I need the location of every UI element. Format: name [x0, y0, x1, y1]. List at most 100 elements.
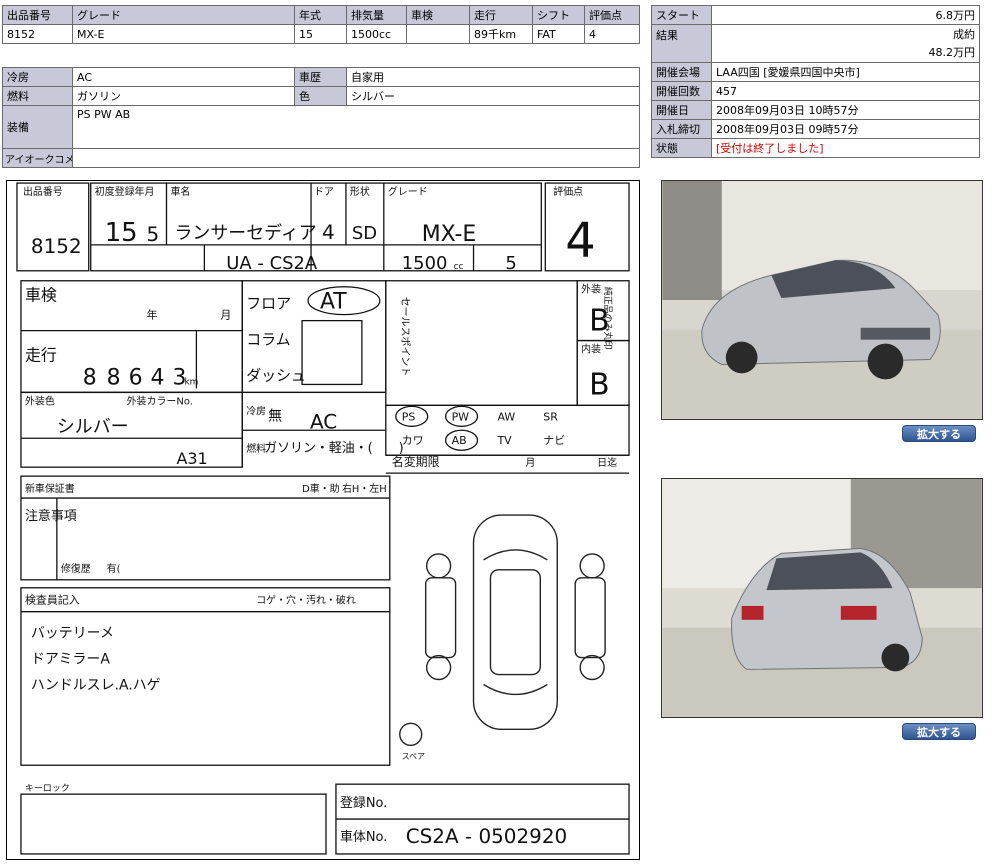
spec-value-row: 8152 MX-E 15 1500cc 89千km FAT 4 — [2, 24, 640, 44]
sheet-damage-legend: コゲ・穴・汚れ・破れ — [256, 594, 356, 607]
sheet-fuel: ガソリン・軽油・( ) — [264, 441, 403, 456]
header-inspection: 車検 — [406, 5, 470, 25]
option-item: SR — [543, 410, 558, 423]
aircon-value: AC — [72, 67, 295, 87]
sheet-name-change-end: 日迄 — [597, 456, 617, 469]
auction-row-result: 結果 成約 48.2万円 — [651, 24, 980, 63]
sheet-exterior-grade: B — [589, 304, 610, 339]
sheet-chassis: CS2A - 0502920 — [406, 825, 567, 848]
auction-info-table: スタート 6.8万円 結果 成約 48.2万円 開催会場 LAA四国 [愛媛県四… — [651, 5, 980, 158]
status-label: 状態 — [651, 138, 712, 158]
result-status: 成約 — [953, 27, 975, 41]
header-lot: 出品番号 — [2, 5, 73, 25]
sheet-warranty-label: 新車保証書 — [25, 482, 75, 495]
sheet-shaken-label: 車検 — [25, 286, 57, 305]
sheet-inspector-label: 検査員記入 — [25, 593, 80, 607]
car-front-image — [662, 181, 982, 419]
sheet-body: SD — [352, 223, 377, 244]
sheet-year: 15 — [105, 218, 138, 248]
auction-sheet-drawing: 出品番号 初度登録年月 車名 ドア 形状 グレード 評価点 セールスポイント 外… — [16, 182, 630, 855]
sheet-first-reg-label: 初度登録年月 — [95, 185, 155, 198]
sheet-notes-label: 注意事項 — [25, 508, 77, 524]
sheet-body-label: 形状 — [350, 185, 370, 198]
value-year: 15 — [294, 24, 347, 44]
sheet-column: コラム — [246, 331, 290, 349]
auction-row-start: スタート 6.8万円 — [651, 5, 980, 25]
sheet-exterior-label: 外装 — [581, 283, 601, 296]
auction-sheet-image: 出品番号 初度登録年月 車名 ドア 形状 グレード 評価点 セールスポイント 外… — [6, 180, 640, 860]
history-value: 自家用 — [346, 67, 640, 87]
header-grade: グレード — [72, 5, 295, 25]
detail-row-aircon: 冷房 AC 車歴 自家用 — [2, 67, 640, 87]
header-shift: シフト — [532, 5, 585, 25]
sheet-chassis-label: 車体No. — [340, 830, 387, 845]
venue-label: 開催会場 — [651, 62, 712, 82]
sheet-inspector-notes: バッテリーメ ドアミラーA ハンドルスレ.A.ハゲ — [31, 626, 161, 694]
sheet-options: PS PW AW SR カワ AB TV ナビ — [402, 410, 566, 447]
history-label: 車歴 — [294, 67, 347, 87]
value-grade: MX-E — [72, 24, 295, 44]
sheet-grade-label: グレード — [388, 185, 428, 198]
sheet-grade: MX-E — [422, 222, 477, 247]
detail-row-comment: アイオークコメント — [2, 148, 640, 168]
status-value: [受付は終了しました] — [711, 138, 980, 158]
auction-row-date: 開催日 2008年09月03日 10時57分 — [651, 100, 980, 120]
result-cell: 成約 48.2万円 — [711, 24, 980, 63]
damage-diagram — [399, 514, 606, 746]
auction-row-status: 状態 [受付は終了しました] — [651, 138, 980, 158]
sheet-year-unit: 年 — [147, 308, 158, 322]
comment-value — [72, 148, 640, 168]
value-shift: FAT — [532, 24, 585, 44]
mileage-digit: 3 — [172, 365, 186, 390]
sheet-model: UA - CS2A — [226, 253, 318, 274]
sheet-name-label: 車名 — [170, 185, 190, 198]
sheet-month: 5 — [147, 223, 160, 246]
car-rear-photo[interactable] — [661, 478, 983, 718]
sheet-steer: 右H・左H — [342, 482, 387, 495]
inspector-note: ハンドルスレ.A.ハゲ — [31, 677, 161, 693]
equipment-label: 装備 — [2, 105, 73, 149]
auction-row-deadline: 入札締切 2008年09月03日 09時57分 — [651, 119, 980, 139]
value-score: 4 — [584, 24, 640, 44]
sheet-month-unit: 月 — [220, 309, 231, 322]
sheet-cc: 1500 — [402, 253, 448, 274]
sheet-km-unit: km — [184, 377, 198, 387]
spec-header-row: 出品番号 グレード 年式 排気量 車検 走行 シフト 評価点 — [2, 5, 640, 25]
zoom-button-rear[interactable]: 拡大する — [902, 723, 976, 740]
sheet-seats: 5 — [505, 253, 516, 274]
fuel-label: 燃料 — [2, 86, 73, 106]
option-item: AW — [497, 410, 515, 423]
mileage-digit: 8 — [83, 365, 97, 390]
detail-row-fuel: 燃料 ガソリン 色 シルバー — [2, 86, 640, 106]
auction-row-venue: 開催会場 LAA四国 [愛媛県四国中央市] — [651, 62, 980, 82]
round-label: 開催回数 — [651, 81, 712, 101]
car-rear-image — [662, 479, 982, 717]
start-label: スタート — [651, 5, 712, 25]
deadline-value: 2008年09月03日 09時57分 — [711, 119, 980, 139]
sheet-interior-label: 内装 — [581, 343, 601, 356]
result-label: 結果 — [651, 24, 712, 63]
start-price: 6.8万円 — [711, 5, 980, 25]
date-value: 2008年09月03日 10時57分 — [711, 100, 980, 120]
sheet-mileage-digits: 8 8 6 4 3 — [83, 365, 187, 390]
car-front-photo[interactable] — [661, 180, 983, 420]
sheet-spare-label: スペア — [402, 752, 425, 761]
spec-table: 出品番号 グレード 年式 排気量 車検 走行 シフト 評価点 8152 MX-E… — [2, 5, 640, 44]
sheet-repair-value: 有( — [107, 562, 121, 575]
sheet-shift: AT — [320, 290, 347, 315]
sheet-repair-label: 修復歴 — [61, 562, 91, 575]
header-score: 評価点 — [584, 5, 640, 25]
zoom-button-front[interactable]: 拡大する — [902, 425, 976, 442]
venue-value: LAA四国 [愛媛県四国中央市] — [711, 62, 980, 82]
sheet-floor: フロア — [246, 295, 291, 313]
round-value: 457 — [711, 81, 980, 101]
inspector-note: ドアミラーA — [31, 652, 110, 668]
fuel-value: ガソリン — [72, 86, 295, 106]
sheet-cc-unit: cc — [454, 262, 464, 272]
sheet-color-label: 外装色 — [25, 394, 55, 407]
value-displacement: 1500cc — [346, 24, 407, 44]
mileage-digit: 6 — [129, 365, 143, 390]
sheet-score: 4 — [565, 214, 595, 269]
result-price: 48.2万円 — [928, 45, 976, 59]
sheet-keylock-label: キーロック — [25, 783, 70, 794]
